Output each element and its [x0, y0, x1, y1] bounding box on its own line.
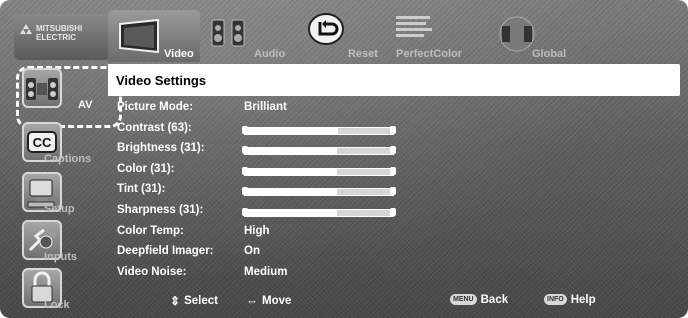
slider-right-cap: [390, 187, 396, 196]
setting-label: Deepfield Imager:: [117, 245, 214, 258]
slider-left-cap: [242, 125, 248, 134]
slider-fill: [245, 189, 337, 196]
info-key-icon: INFO: [544, 294, 567, 306]
slider-fill: [245, 209, 337, 216]
tab-label: Global: [532, 48, 567, 60]
setting-label: Video Noise:: [117, 265, 187, 278]
tab-reset[interactable]: Reset: [300, 10, 390, 62]
setting-label: Tint (31):: [117, 183, 166, 196]
sidebar-item-label: Setup: [44, 203, 75, 215]
hint-select-label: Select: [184, 295, 218, 308]
up-down-arrows-icon: ⇕: [170, 294, 181, 308]
diamond-logo-icon: [20, 24, 32, 34]
setting-value: Medium: [244, 265, 288, 278]
slider-right-cap: [390, 125, 396, 134]
video-settings-panel: Video Settings Picture Mode: Brilliant C…: [108, 64, 680, 312]
left-right-arrows-icon: ⇔: [246, 294, 258, 308]
speakers-icon: [211, 19, 245, 47]
setting-value: High: [244, 224, 270, 237]
menu-key-icon: MENU: [450, 294, 477, 306]
tab-bar: Video Audio Reset PerfectColor Global: [108, 10, 680, 62]
slider-left-cap: [242, 166, 248, 175]
section-header: Video Settings: [108, 64, 680, 96]
tab-label: Reset: [348, 48, 378, 60]
slider-fill: [245, 127, 339, 134]
svg-text:CC: CC: [33, 135, 52, 150]
left-column: MITSUBISHI ELECTRIC AV CC Captions Setup…: [8, 8, 122, 311]
sidebar-item-label: AV: [78, 99, 93, 111]
reset-arrow-icon: [308, 13, 344, 45]
setting-label: Color (31):: [117, 162, 175, 175]
brand-line-2: ELECTRIC: [36, 33, 76, 42]
setting-value: Brilliant: [244, 101, 287, 113]
sidebar-item-av[interactable]: AV: [14, 64, 114, 114]
sidebar-item-captions[interactable]: CC Captions: [14, 118, 114, 168]
slider-right-cap: [390, 166, 396, 175]
section-title: Video Settings: [116, 73, 207, 88]
setting-label: Color Temp:: [117, 224, 184, 237]
sidebar-item-setup[interactable]: Setup: [14, 168, 114, 218]
sharpness-slider[interactable]: [242, 207, 396, 217]
slider-left-cap: [242, 207, 248, 216]
tab-label: Audio: [254, 48, 286, 60]
color-slider[interactable]: [242, 166, 396, 176]
tab-label: Video: [164, 48, 194, 60]
hint-back: MENU Back: [450, 294, 508, 306]
tint-slider[interactable]: [242, 187, 396, 197]
tv-screen-icon: [119, 18, 159, 54]
brand-line-1: MITSUBISHI: [36, 24, 83, 33]
tv-menu-screen: MITSUBISHI ELECTRIC AV CC Captions Setup…: [0, 0, 688, 318]
hint-help: INFO Help: [544, 294, 596, 306]
slider-right-cap: [390, 207, 396, 216]
setting-label: Sharpness (31):: [117, 203, 204, 216]
brand-logo: MITSUBISHI ELECTRIC: [14, 14, 110, 60]
hint-select: ⇕ Select: [170, 294, 218, 308]
tab-audio[interactable]: Audio: [204, 10, 292, 62]
sidebar-item-label: Inputs: [44, 251, 77, 263]
tab-video[interactable]: Video: [108, 10, 200, 62]
setting-label: Contrast (63):: [117, 121, 192, 134]
contrast-slider[interactable]: [242, 125, 396, 135]
tab-perfectcolor[interactable]: PerfectColor: [392, 10, 488, 62]
slider-fill: [245, 148, 337, 155]
sidebar-item-label: Captions: [44, 153, 92, 165]
setting-value: On: [244, 245, 260, 258]
hint-move-label: Move: [262, 295, 292, 308]
hint-move: ⇔ Move: [246, 294, 291, 308]
footer-hints: ⇕ Select ⇔ Move MENU Back INFO Help: [108, 294, 680, 312]
color-bars-icon: [396, 16, 432, 37]
tab-label: PerfectColor: [396, 48, 463, 60]
hint-back-label: Back: [480, 294, 509, 306]
sidebar-item-label: Lock: [44, 299, 70, 311]
tab-global[interactable]: Global: [492, 10, 582, 62]
slider-left-cap: [242, 187, 248, 196]
setting-label: Picture Mode:: [117, 101, 194, 113]
hint-help-label: Help: [570, 294, 596, 306]
slider-fill: [245, 168, 337, 175]
av-speakers-icon: [22, 68, 62, 108]
setting-label: Brightness (31):: [117, 142, 205, 155]
brand-text: MITSUBISHI ELECTRIC: [36, 24, 82, 42]
brightness-slider[interactable]: [242, 146, 396, 156]
slider-left-cap: [242, 146, 248, 155]
sidebar-item-lock[interactable]: Lock: [14, 264, 114, 314]
slider-right-cap: [390, 146, 396, 155]
sidebar-item-inputs[interactable]: Inputs: [14, 216, 114, 266]
